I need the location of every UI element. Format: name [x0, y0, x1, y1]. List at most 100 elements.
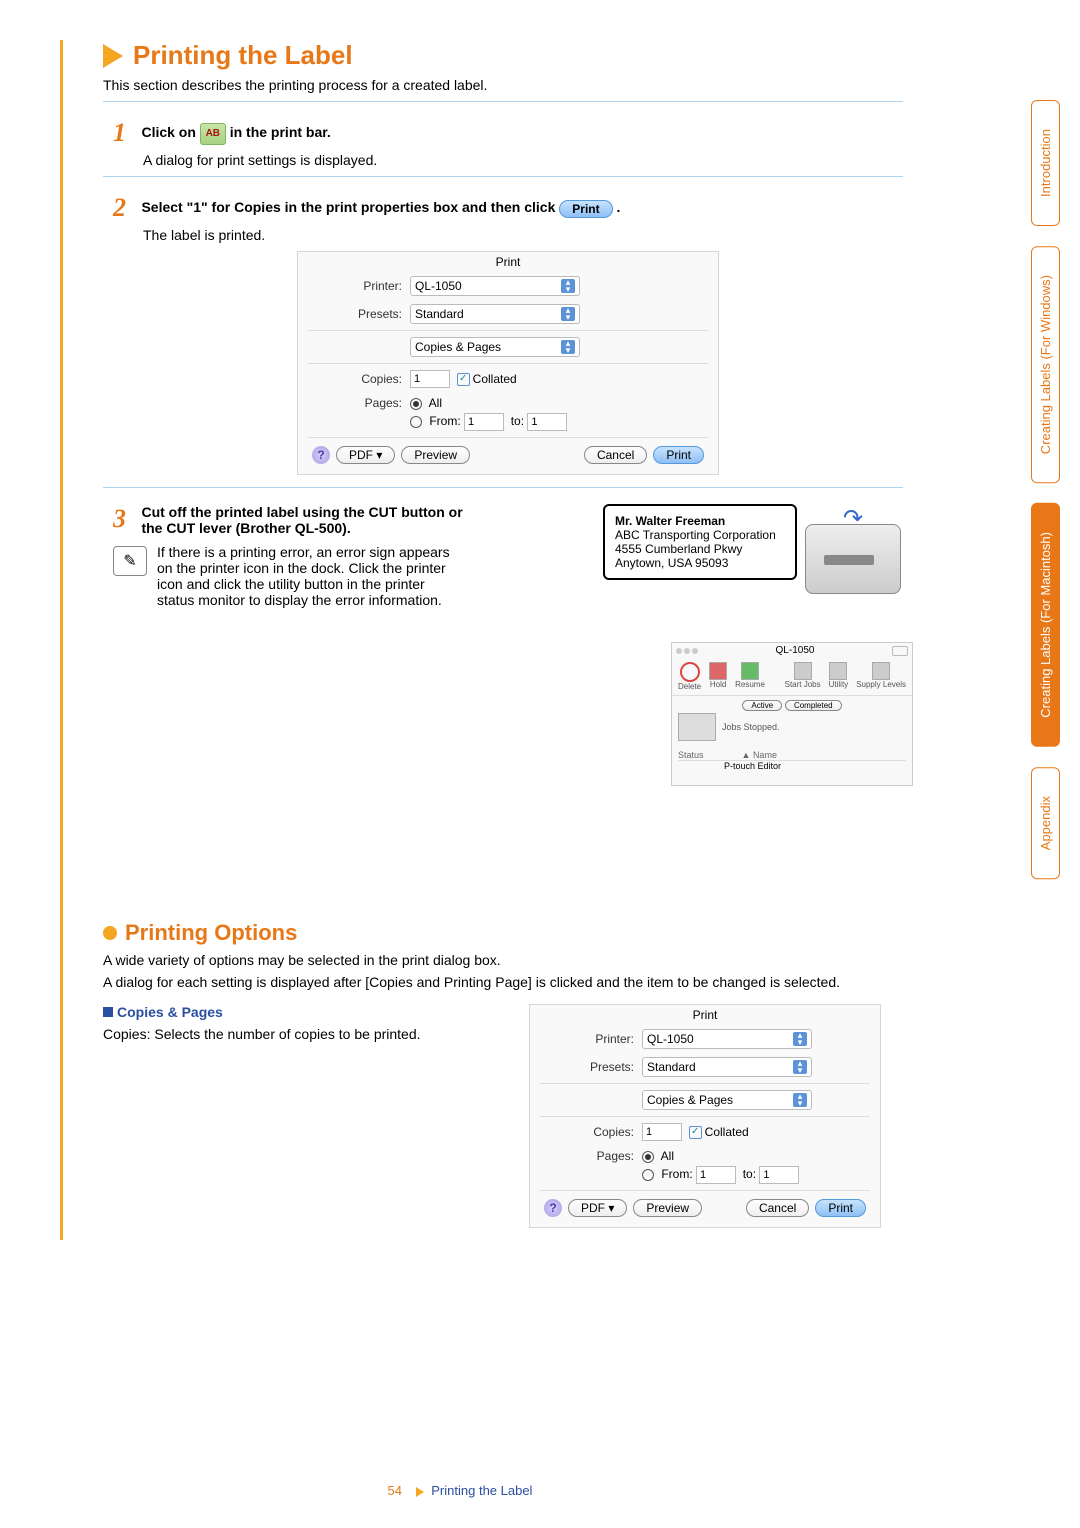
divider [103, 487, 903, 488]
select-arrow-icon: ▴▾ [561, 279, 575, 293]
select-arrow-icon: ▴▾ [793, 1060, 807, 1074]
pdf-button[interactable]: PDF ▾ [336, 446, 395, 464]
step-number-2: 2 [113, 193, 137, 223]
po-para1: A wide variety of options may be selecte… [103, 952, 903, 968]
divider [103, 101, 903, 102]
label-name: Mr. Walter Freeman [615, 514, 785, 528]
square-bullet-icon [103, 1007, 113, 1017]
help-icon-2[interactable]: ? [544, 1199, 562, 1217]
note-icon: ✎ [113, 546, 147, 576]
status-title: QL-1050 [702, 645, 888, 656]
presets-select-2[interactable]: Standard ▴▾ [642, 1057, 812, 1077]
print-button[interactable]: Print [653, 446, 704, 464]
pages-all-label: All [429, 396, 442, 410]
presets-label-2: Presets: [544, 1060, 634, 1074]
presets-select[interactable]: Standard ▴▾ [410, 304, 580, 324]
copies-input[interactable]: 1 [410, 370, 450, 388]
copies-pages-heading: Copies & Pages [103, 1004, 493, 1020]
printing-options-title: Printing Options [103, 920, 903, 946]
cancel-button-2[interactable]: Cancel [746, 1199, 809, 1217]
step1-head-before: Click on [141, 124, 195, 140]
collated-checkbox[interactable]: ✓ [457, 373, 470, 386]
step-number-3: 3 [113, 504, 137, 534]
traffic-lights-icon [676, 648, 698, 654]
step-2: 2 Select "1" for Copies in the print pro… [113, 193, 903, 475]
select-arrow-icon: ▴▾ [561, 307, 575, 321]
tb-delete-button[interactable]: Delete [678, 662, 701, 691]
pages-from-radio[interactable] [410, 416, 422, 428]
tab-creating-labels-windows[interactable]: Creating Labels (For Windows) [1031, 246, 1060, 483]
printer-select[interactable]: QL-1050 ▴▾ [410, 276, 580, 296]
label-line2: 4555 Cumberland Pkwy [615, 542, 785, 556]
to-input-2[interactable]: 1 [759, 1166, 799, 1184]
printer-label: Printer: [312, 279, 402, 293]
step1-head: Click on AB in the print bar. [141, 124, 330, 140]
tab-appendix[interactable]: Appendix [1031, 767, 1060, 879]
select-arrow-icon: ▴▾ [793, 1093, 807, 1107]
printer-select-value: QL-1050 [415, 279, 462, 293]
to-input[interactable]: 1 [527, 413, 567, 431]
step3-head: Cut off the printed label using the CUT … [141, 504, 471, 536]
footer-triangle-icon [416, 1487, 424, 1497]
tb-utility-button[interactable]: Utility [829, 662, 849, 689]
step-3: 3 Cut off the printed label using the CU… [113, 504, 903, 904]
cancel-button[interactable]: Cancel [584, 446, 647, 464]
completed-tab[interactable]: Completed [785, 700, 842, 711]
active-tab[interactable]: Active [742, 700, 782, 711]
page-title-text: Printing the Label [133, 40, 353, 71]
printer-select-2[interactable]: QL-1050 ▴▾ [642, 1029, 812, 1049]
tb-start-jobs-button[interactable]: Start Jobs [785, 662, 821, 689]
print-dialog2-title: Print [530, 1005, 880, 1025]
print-button-2[interactable]: Print [815, 1199, 866, 1217]
output-illustration: Mr. Walter Freeman ABC Transporting Corp… [603, 504, 913, 796]
from-input-2[interactable]: 1 [696, 1166, 736, 1184]
section-select[interactable]: Copies & Pages ▴▾ [410, 337, 580, 357]
presets-select-value: Standard [415, 307, 464, 321]
pages-from-radio-2[interactable] [642, 1169, 654, 1181]
label-line1: ABC Transporting Corporation [615, 528, 785, 542]
collated-checkbox-2[interactable]: ✓ [689, 1126, 702, 1139]
pages-all-radio-2[interactable] [642, 1151, 654, 1163]
pages-all-label-2: All [661, 1149, 674, 1163]
po-para2: A dialog for each setting is displayed a… [103, 974, 903, 990]
tb-supply-button[interactable]: Supply Levels [856, 662, 906, 689]
step1-head-after: in the print bar. [230, 124, 331, 140]
section-select-2[interactable]: Copies & Pages ▴▾ [642, 1090, 812, 1110]
print-bar-ab-icon[interactable]: AB [200, 123, 226, 145]
section-select-value: Copies & Pages [415, 340, 501, 354]
inline-print-button[interactable]: Print [559, 200, 612, 218]
help-icon[interactable]: ? [312, 446, 330, 464]
tab-creating-labels-mac[interactable]: Creating Labels (For Macintosh) [1031, 503, 1060, 747]
divider [103, 176, 903, 177]
step3-note-text: If there is a printing error, an error s… [157, 544, 457, 608]
pdf-button-2[interactable]: PDF ▾ [568, 1199, 627, 1217]
jobs-stopped-text: Jobs Stopped. [722, 722, 780, 732]
step2-head-before: Select "1" for Copies in the print prope… [141, 199, 559, 215]
printer-illustration: ↷ [797, 504, 907, 604]
from-label: From: [429, 414, 460, 428]
page-title: Printing the Label [103, 40, 903, 71]
pill-icon [892, 646, 908, 656]
bullet-circle-icon [103, 926, 117, 940]
copies-input-2[interactable]: 1 [642, 1123, 682, 1141]
tab-introduction[interactable]: Introduction [1031, 100, 1060, 226]
pages-all-radio[interactable] [410, 398, 422, 410]
from-input[interactable]: 1 [464, 413, 504, 431]
step1-body: A dialog for print settings is displayed… [143, 152, 903, 168]
pages-label: Pages: [312, 396, 402, 410]
copies-desc: Copies: Selects the number of copies to … [103, 1026, 493, 1042]
preview-button[interactable]: Preview [401, 446, 470, 464]
label-line3: Anytown, USA 95093 [615, 556, 785, 570]
play-triangle-icon [103, 44, 123, 68]
tb-hold-button[interactable]: Hold [709, 662, 727, 689]
step2-body: The label is printed. [143, 227, 903, 243]
select-arrow-icon: ▴▾ [793, 1032, 807, 1046]
label-preview: Mr. Walter Freeman ABC Transporting Corp… [603, 504, 797, 580]
step2-head: Select "1" for Copies in the print prope… [141, 199, 620, 215]
collated-label-2: Collated [705, 1125, 749, 1139]
pages-label-2: Pages: [544, 1149, 634, 1163]
preview-button-2[interactable]: Preview [633, 1199, 702, 1217]
from-label-2: From: [661, 1167, 692, 1181]
col-name: ▲ Name [742, 750, 777, 760]
tb-resume-button[interactable]: Resume [735, 662, 765, 689]
